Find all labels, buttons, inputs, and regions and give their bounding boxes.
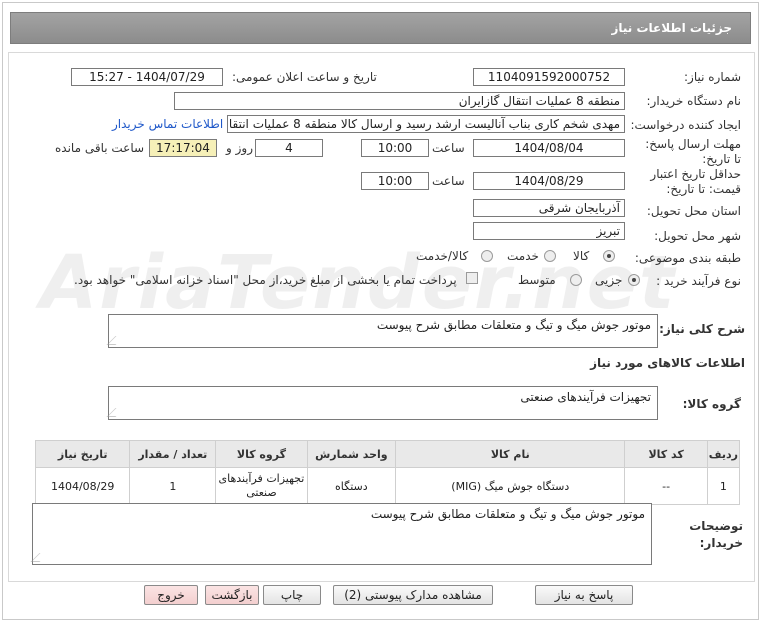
view-attachments-button[interactable]: مشاهده مدارک پیوستی (2): [333, 585, 493, 605]
table-header-row: ردیف کد کالا نام کالا واحد شمارش گروه کا…: [34, 440, 741, 468]
cell-group: تجهیزات فرآیندهای صنعتی: [215, 467, 308, 505]
days-remaining-field: 4: [255, 139, 323, 157]
goods-group-text: تجهیزات فرآیندهای صنعتی: [520, 390, 651, 404]
header-group: گروه کالا: [215, 440, 308, 468]
header-item-name: نام کالا: [395, 440, 626, 468]
process-minor-label: جزیی: [595, 273, 623, 287]
city-label: شهر محل تحویل:: [654, 229, 741, 243]
cell-item-code: --: [624, 467, 708, 505]
treasury-payment-text: پرداخت تمام یا بخشی از مبلغ خرید،از محل …: [74, 273, 457, 287]
buyer-notes-text: موتور جوش میگ و تیگ و متعلقات مطابق شرح …: [370, 507, 645, 521]
cell-row-number: 1: [706, 467, 741, 505]
category-goods-radio[interactable]: [603, 250, 615, 262]
deadline-label: مهلت ارسال پاسخ: تا تاریخ:: [645, 137, 741, 166]
category-goods-label: کالا: [573, 249, 590, 263]
resize-grip-icon[interactable]: [106, 408, 125, 417]
process-medium-label: متوسط: [518, 273, 556, 287]
province-field: آذربایجان شرقی: [473, 199, 625, 217]
cell-need-date: 1404/08/29: [34, 467, 131, 505]
need-number-field: 1104091592000752: [473, 68, 625, 86]
announce-label: تاریخ و ساعت اعلان عمومی:: [232, 70, 377, 84]
table-row[interactable]: 1 -- دستگاه جوش میگ (MIG) دستگاه تجهیزات…: [34, 467, 741, 505]
deadline-time-field: 10:00: [361, 139, 429, 157]
deadline-time-label: ساعت: [432, 141, 465, 155]
process-minor-radio[interactable]: [628, 274, 640, 286]
buyer-contact-link[interactable]: اطلاعات تماس خریدار: [112, 117, 223, 131]
category-both-radio[interactable]: [481, 250, 493, 262]
category-label: طبقه بندی موضوعی:: [634, 251, 741, 265]
buyer-notes-label: توضیحات خریدار:: [689, 519, 743, 550]
treasury-payment-checkbox[interactable]: [466, 272, 478, 284]
exit-button[interactable]: خروج: [144, 585, 198, 605]
buyer-label: نام دستگاه خریدار:: [646, 94, 742, 108]
city-field: تبریز: [473, 222, 625, 240]
cell-quantity: 1: [129, 467, 217, 505]
time-remaining-field: 17:17:04: [149, 139, 217, 157]
page-title: جزئیات اطلاعات نیاز: [611, 21, 732, 35]
process-label: نوع فرآیند خرید :: [656, 274, 741, 288]
deadline-date-field: 1404/08/04: [473, 139, 625, 157]
buyer-notes-textarea: موتور جوش میگ و تیگ و متعلقات مطابق شرح …: [30, 503, 652, 565]
days-label: روز و: [226, 141, 253, 155]
category-service-label: خدمت: [507, 249, 539, 263]
cell-unit: دستگاه: [306, 467, 397, 505]
summary-label: شرح کلی نیاز:: [659, 322, 745, 336]
province-label: استان محل تحویل:: [646, 204, 741, 218]
validity-label: حداقل تاریخ اعتبار قیمت: تا تاریخ:: [650, 167, 741, 196]
need-number-label: شماره نیاز:: [684, 70, 741, 84]
creator-field: مهدی شخم کاری بناب آنالیست ارشد رسید و ا…: [227, 115, 625, 133]
validity-time-field: 10:00: [361, 172, 429, 190]
summary-text: موتور جوش میگ و تیگ و متعلقات مطابق شرح …: [376, 318, 651, 332]
creator-label: ایجاد کننده درخواست:: [630, 118, 741, 132]
title-bar: جزئیات اطلاعات نیاز: [10, 12, 751, 44]
resize-grip-icon[interactable]: [30, 553, 49, 562]
category-both-label: کالا/خدمت: [416, 249, 469, 263]
process-medium-radio[interactable]: [570, 274, 582, 286]
cell-item-name: دستگاه جوش میگ (MIG): [395, 467, 626, 505]
reply-button[interactable]: پاسخ به نیاز: [535, 585, 633, 605]
goods-group-textarea: تجهیزات فرآیندهای صنعتی: [106, 386, 658, 420]
resize-grip-icon[interactable]: [106, 336, 125, 345]
goods-table: ردیف کد کالا نام کالا واحد شمارش گروه کا…: [34, 440, 741, 505]
goods-section-title: اطلاعات کالاهای مورد نیاز: [590, 356, 745, 370]
header-quantity: تعداد / مقدار: [129, 440, 217, 468]
buyer-field: منطقه 8 عملیات انتقال گازایران: [174, 92, 625, 110]
validity-date-field: 1404/08/29: [473, 172, 625, 190]
header-row-number: ردیف: [706, 440, 741, 468]
goods-group-label: گروه کالا:: [682, 397, 741, 411]
announce-field: 1404/07/29 - 15:27: [71, 68, 223, 86]
validity-time-label: ساعت: [432, 174, 465, 188]
back-button[interactable]: بازگشت: [205, 585, 259, 605]
category-service-radio[interactable]: [544, 250, 556, 262]
header-need-date: تاریخ نیاز: [34, 440, 131, 468]
header-item-code: کد کالا: [624, 440, 708, 468]
print-button[interactable]: چاپ: [263, 585, 321, 605]
time-remaining-label: ساعت باقی مانده: [55, 141, 145, 155]
header-unit: واحد شمارش: [306, 440, 397, 468]
summary-textarea: موتور جوش میگ و تیگ و متعلقات مطابق شرح …: [106, 314, 658, 348]
